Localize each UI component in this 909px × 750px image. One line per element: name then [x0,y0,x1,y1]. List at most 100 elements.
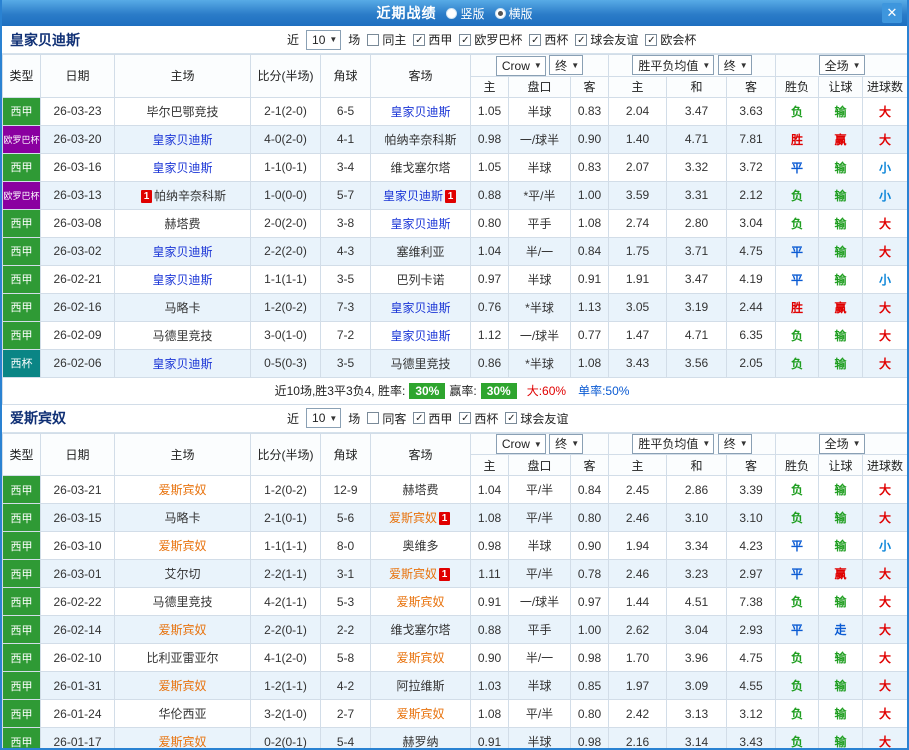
sub-column-header: 客 [725,454,777,476]
home-team-name[interactable]: 皇家贝迪斯 [152,245,212,259]
match-date: 26-03-02 [40,236,115,266]
home-team-name[interactable]: 帕纳辛奈科斯 [154,189,226,203]
home-team-name[interactable]: 华伦西亚 [158,707,206,721]
fulltime-select[interactable]: 全场 ▼ [818,433,865,454]
avg-type-select[interactable]: 胜平负均值 ▼ [632,55,715,76]
away-team-name[interactable]: 维戈塞尔塔 [390,161,450,175]
home-team-name[interactable]: 爱斯宾奴 [158,539,206,553]
odds-final-select[interactable]: 终 ▼ [549,55,584,75]
away-team-name[interactable]: 奥维多 [402,539,438,553]
home-team-name[interactable]: 毕尔巴鄂竞技 [146,105,218,119]
home-team-name[interactable]: 马略卡 [164,511,200,525]
chevron-down-icon: ▼ [739,60,748,70]
avg-type-select[interactable]: 胜平负均值 ▼ [632,433,715,454]
handicap-cell: 一/球半 [508,320,571,350]
horizontal-layout-radio[interactable]: 横版 [494,5,533,22]
column-header: 客场 [370,432,471,476]
sub-column-header: 客 [725,75,777,98]
home-team-name[interactable]: 皇家贝迪斯 [152,161,212,175]
filter-checkbox-6[interactable]: ✓ 欧会杯 [645,31,696,48]
home-team-name[interactable]: 爱斯宾奴 [158,623,206,637]
match-row: 西甲 26-02-10 比利亚雷亚尔 4-1(2-0) 5-8 爱斯宾奴 0.90 半/一 0.… [2,643,907,672]
away-team-name[interactable]: 阿拉维斯 [396,679,444,693]
away-team-name[interactable]: 塞维利亚 [396,245,444,259]
avg-final-select[interactable]: 终 ▼ [717,55,752,76]
chevron-down-icon: ▼ [329,35,338,44]
match-row: 西甲 26-01-24 华伦西亚 3-2(1-0) 2-7 爱斯宾奴 1.08 平/半 0.80… [2,699,907,728]
away-team-name[interactable]: 赫塔费 [402,483,438,497]
match-row: 西杯 26-02-06 皇家贝迪斯 0-5(0-3) 3-5 马德里竞技 0.86 *半球 1.… [2,348,907,378]
avg-loss-cell: 4.19 [725,264,777,294]
home-team-name[interactable]: 艾尔切 [164,567,200,581]
filter-checkbox-2[interactable]: ✓ 西甲 [413,410,452,427]
home-team-name[interactable]: 马德里竞技 [152,329,212,343]
filter-checkbox-1[interactable]: 同客 [367,410,406,427]
sub-column-header: 主 [608,75,667,98]
avg-final-select[interactable]: 终 ▼ [717,433,752,454]
match-row: 西甲 26-03-02 皇家贝迪斯 2-2(2-0) 4-3 塞维利亚 1.04 半/一 0.8… [2,236,907,266]
odds-final-select[interactable]: 终 ▼ [549,433,584,454]
match-row: 西甲 26-03-08 赫塔费 2-0(2-0) 3-8 皇家贝迪斯 0.80 平手 1.08 2… [2,208,907,238]
home-team-cell: 毕尔巴鄂竞技 [114,96,251,126]
avg-draw-cell: 3.71 [666,236,727,266]
filter-checkbox-3[interactable]: ✓ 西杯 [459,410,498,427]
filter-checkbox-3[interactable]: ✓ 欧罗巴杯 [459,31,522,48]
away-team-name[interactable]: 爱斯宾奴 [396,595,444,609]
vertical-layout-radio[interactable]: 竖版 [446,5,485,22]
away-team-name[interactable]: 皇家贝迪斯 [390,329,450,343]
away-team-name[interactable]: 爱斯宾奴 [396,707,444,721]
away-team-cell: 皇家贝迪斯 [370,292,471,322]
handicap-cell: 半球 [508,264,571,294]
odds-company-select[interactable]: Crow ▼ [495,55,546,76]
away-team-cell: 爱斯宾奴 [370,643,471,672]
handicap-cell: *平/半 [508,180,571,210]
league-badge: 西甲 [2,559,41,588]
away-team-name[interactable]: 帕纳辛奈科斯 [384,133,456,147]
home-team-name[interactable]: 比利亚雷亚尔 [146,651,218,665]
away-team-name[interactable]: 皇家贝迪斯 [390,105,450,119]
home-team-name[interactable]: 马略卡 [164,301,200,315]
fulltime-select[interactable]: 全场 ▼ [818,55,865,76]
home-team-name[interactable]: 皇家贝迪斯 [152,357,212,371]
filter-checkbox-2[interactable]: ✓ 西甲 [413,31,452,48]
away-team-cell: 爱斯宾奴 [370,699,471,728]
away-team-name[interactable]: 皇家贝迪斯 [383,189,443,203]
away-team-name[interactable]: 巴列卡诺 [396,273,444,287]
home-team-name[interactable]: 爱斯宾奴 [158,735,206,748]
handicap-cell: 一/球半 [508,587,571,616]
home-team-name[interactable]: 马德里竞技 [152,595,212,609]
home-team-name[interactable]: 爱斯宾奴 [158,483,206,497]
match-date: 26-03-01 [40,559,115,588]
away-team-name[interactable]: 皇家贝迪斯 [390,217,450,231]
checkbox-checked-icon: ✓ [645,33,658,46]
away-team-cell: 皇家贝迪斯 [370,208,471,238]
home-team-cell: 华伦西亚 [114,699,251,728]
odds-away-cell: 0.90 [570,531,609,560]
filter-checkbox-4[interactable]: ✓ 西杯 [529,31,568,48]
filter-checkbox-4[interactable]: ✓ 球会友谊 [505,410,568,427]
league-badge: 西杯 [2,348,41,378]
match-count-select[interactable]: 10 ▼ [306,29,342,50]
match-row: 西甲 26-02-21 皇家贝迪斯 1-1(1-1) 3-5 巴列卡诺 0.97 半球 0.91… [2,264,907,294]
near-label: 近 [287,411,300,426]
goals-result-cell: 小 [862,531,907,560]
vertical-radio-label: 竖版 [460,6,485,21]
games-label: 场 [348,33,361,47]
away-team-name[interactable]: 赫罗纳 [402,735,438,748]
home-team-name[interactable]: 皇家贝迪斯 [152,273,212,287]
handicap-cell: 半球 [508,152,571,182]
filter-checkbox-1[interactable]: 同主 [367,31,406,48]
close-button[interactable]: ✕ [882,3,902,23]
home-team-name[interactable]: 爱斯宾奴 [158,679,206,693]
odds-company-select[interactable]: Crow ▼ [495,434,546,454]
away-team-name[interactable]: 爱斯宾奴 [389,567,437,581]
away-team-name[interactable]: 维戈塞尔塔 [390,623,450,637]
home-team-name[interactable]: 赫塔费 [164,217,200,231]
match-count-select[interactable]: 10 ▼ [306,408,342,428]
away-team-name[interactable]: 马德里竞技 [390,357,450,371]
filter-checkbox-5[interactable]: ✓ 球会友谊 [575,31,638,48]
away-team-name[interactable]: 爱斯宾奴 [396,651,444,665]
away-team-name[interactable]: 爱斯宾奴 [389,511,437,525]
away-team-name[interactable]: 皇家贝迪斯 [390,301,450,315]
home-team-name[interactable]: 皇家贝迪斯 [152,133,212,147]
